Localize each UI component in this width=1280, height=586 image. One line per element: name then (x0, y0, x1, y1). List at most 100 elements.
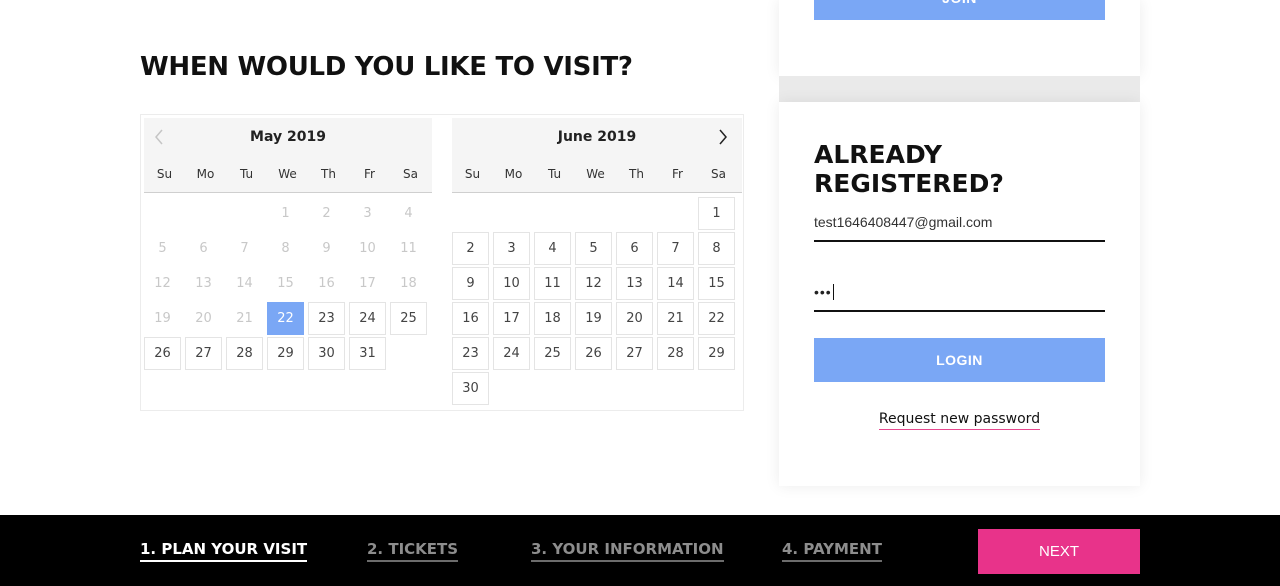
calendar-day[interactable]: 6 (616, 232, 653, 265)
weekday-row: Su Mo Tu We Th Fr Sa (452, 155, 742, 193)
calendar-day[interactable]: 22 (698, 302, 735, 335)
month-header: June 2019 (452, 118, 742, 155)
weekday-label: We (586, 166, 605, 181)
calendar-day: 21 (236, 311, 253, 326)
calendar-day[interactable]: 25 (534, 337, 571, 370)
calendar-day[interactable]: 30 (308, 337, 345, 370)
calendar-day[interactable]: 1 (698, 197, 735, 230)
calendar-day: 12 (154, 276, 171, 291)
calendar-blank (185, 196, 222, 231)
calendar-day[interactable]: 23 (452, 337, 489, 370)
calendar-blank (493, 196, 530, 231)
calendar-day[interactable]: 25 (390, 302, 427, 335)
calendar-day[interactable]: 16 (452, 302, 489, 335)
text-cursor (832, 284, 834, 300)
calendar-day: 16 (318, 276, 335, 291)
prev-month-button[interactable] (144, 118, 174, 155)
login-title: ALREADY REGISTERED? (814, 140, 1004, 198)
next-month-button[interactable] (708, 118, 738, 155)
password-mask: ••• (814, 284, 832, 300)
calendar-day: 4 (404, 206, 413, 221)
calendar-day[interactable]: 27 (185, 337, 222, 370)
calendar-day[interactable]: 19 (575, 302, 612, 335)
calendar-day: 7 (240, 241, 249, 256)
calendar-day[interactable]: 14 (657, 267, 694, 300)
day-grid: 1 2 3 4 5 6 7 8 9 10 11 12 13 14 15 16 17 18 19 20 21 22 23 24 2… (144, 196, 432, 371)
calendar-blank (534, 196, 571, 231)
password-field[interactable]: ••• (814, 274, 1105, 312)
step-plan-visit[interactable]: 1. PLAN YOUR VISIT (140, 540, 308, 562)
calendar-blank (226, 196, 263, 231)
calendar-day[interactable]: 27 (616, 337, 653, 370)
calendar-day[interactable]: 7 (657, 232, 694, 265)
calendar-day: 18 (400, 276, 417, 291)
calendar-day: 15 (277, 276, 294, 291)
calendar-blank (657, 196, 694, 231)
calendar-day[interactable]: 4 (534, 232, 571, 265)
calendar-day: 11 (400, 241, 417, 256)
calendar-day: 8 (281, 241, 290, 256)
calendar-day[interactable]: 8 (698, 232, 735, 265)
calendar-day[interactable]: 29 (698, 337, 735, 370)
calendar-day: 19 (154, 311, 171, 326)
month-title: May 2019 (250, 128, 326, 145)
weekday-label: Mo (196, 166, 215, 181)
calendar-day[interactable]: 20 (616, 302, 653, 335)
card-divider (779, 76, 1140, 102)
join-button[interactable]: JOIN (814, 0, 1105, 20)
calendar-day[interactable]: 26 (144, 337, 181, 370)
calendar-day[interactable]: 31 (349, 337, 386, 370)
calendar-day[interactable]: 3 (493, 232, 530, 265)
calendar-day[interactable]: 28 (657, 337, 694, 370)
month-header: May 2019 (144, 118, 432, 155)
calendar-blank (452, 196, 489, 231)
calendar-blank (575, 196, 612, 231)
calendar-day[interactable]: 10 (493, 267, 530, 300)
email-field[interactable] (814, 204, 1105, 242)
date-picker: May 2019 Su Mo Tu We Th Fr Sa 1234567891… (140, 114, 744, 411)
step-tickets[interactable]: 2. TICKETS (367, 540, 459, 562)
weekday-label: Fr (364, 166, 375, 181)
step-payment[interactable]: 4. PAYMENT (782, 540, 882, 562)
calendar-day[interactable]: 21 (657, 302, 694, 335)
calendar-day: 13 (195, 276, 212, 291)
calendar-day[interactable]: 18 (534, 302, 571, 335)
calendar-blank (616, 196, 653, 231)
page-title: WHEN WOULD YOU LIKE TO VISIT? (140, 52, 633, 82)
calendar-day[interactable]: 2 (452, 232, 489, 265)
chevron-right-icon (719, 129, 727, 144)
calendar-day[interactable]: 30 (452, 372, 489, 405)
next-button[interactable]: NEXT (978, 529, 1140, 574)
register-card: JOIN (779, 0, 1140, 76)
calendar-day-selected[interactable]: 22 (267, 302, 304, 335)
month-june: June 2019 Su Mo Tu We Th Fr Sa 123456789… (452, 118, 742, 406)
weekday-label: Th (629, 166, 644, 181)
calendar-day: 2 (322, 206, 331, 221)
calendar-day[interactable]: 29 (267, 337, 304, 370)
checkout-footer: 1. PLAN YOUR VISIT 2. TICKETS 3. YOUR IN… (0, 515, 1280, 586)
request-password-link[interactable]: Request new password (878, 411, 1041, 430)
calendar-day: 20 (195, 311, 212, 326)
calendar-day[interactable]: 23 (308, 302, 345, 335)
login-button[interactable]: LOGIN (814, 338, 1105, 382)
calendar-day[interactable]: 9 (452, 267, 489, 300)
calendar-day: 14 (236, 276, 253, 291)
login-card: ALREADY REGISTERED? ••• LOGIN Request ne… (779, 102, 1140, 486)
step-your-information[interactable]: 3. YOUR INFORMATION (531, 540, 724, 562)
calendar-day: 6 (199, 241, 208, 256)
calendar-day[interactable]: 17 (493, 302, 530, 335)
calendar-day[interactable]: 13 (616, 267, 653, 300)
month-title: June 2019 (557, 128, 637, 145)
calendar-day[interactable]: 12 (575, 267, 612, 300)
calendar-day[interactable]: 26 (575, 337, 612, 370)
calendar-day[interactable]: 15 (698, 267, 735, 300)
weekday-label: Su (156, 166, 173, 181)
calendar-blank (144, 196, 181, 231)
calendar-day[interactable]: 24 (493, 337, 530, 370)
calendar-day: 5 (158, 241, 167, 256)
calendar-day[interactable]: 24 (349, 302, 386, 335)
calendar-day[interactable]: 11 (534, 267, 571, 300)
calendar-day[interactable]: 28 (226, 337, 263, 370)
calendar-day[interactable]: 5 (575, 232, 612, 265)
chevron-left-icon (155, 129, 163, 144)
